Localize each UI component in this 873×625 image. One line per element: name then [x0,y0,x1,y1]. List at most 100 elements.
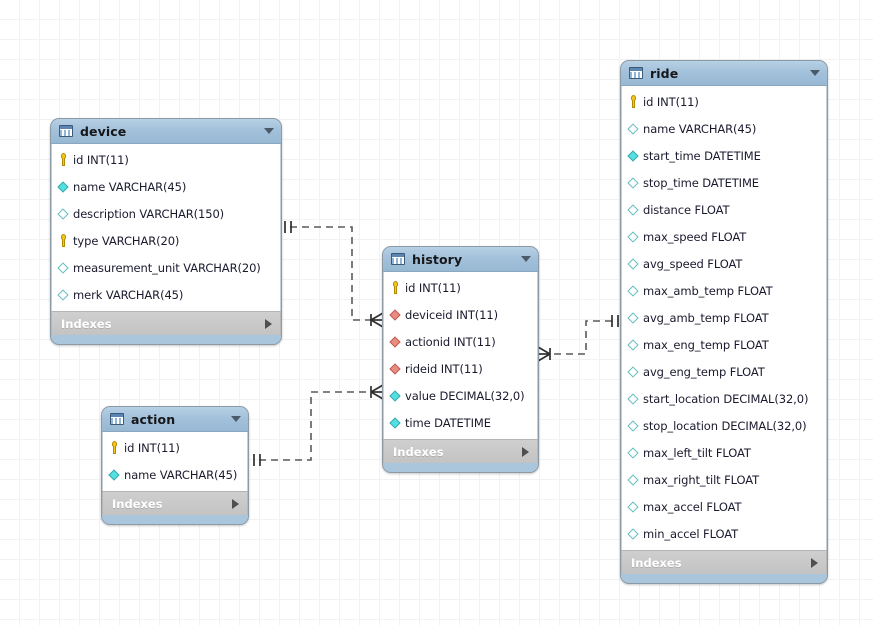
foreign-key-icon [389,308,402,321]
chevron-right-icon[interactable] [232,498,239,509]
chevron-right-icon[interactable] [265,318,272,329]
column-label: avg_eng_temp FLOAT [643,364,765,379]
table-header-ride[interactable]: ride [621,61,827,86]
table-name-label: action [131,411,176,427]
column-row[interactable]: start_location DECIMAL(32,0) [622,385,826,412]
chevron-down-icon[interactable] [521,256,531,262]
table-footer [102,515,248,524]
column-row[interactable]: value DECIMAL(32,0) [384,382,537,409]
table-header-history[interactable]: history [383,247,538,272]
column-label: avg_amb_temp FLOAT [643,310,769,325]
column-row[interactable]: max_accel FLOAT [622,493,826,520]
column-label: distance FLOAT [643,202,730,217]
column-list-ride: id INT(11) name VARCHAR(45) start_time DAT… [621,86,827,550]
column-row[interactable]: id INT(11) [622,88,826,115]
column-row[interactable]: avg_eng_temp FLOAT [622,358,826,385]
table-name-label: ride [650,65,679,81]
column-row[interactable]: name VARCHAR(45) [52,173,280,200]
column-row[interactable]: max_left_tilt FLOAT [622,439,826,466]
table-header-action[interactable]: action [102,407,248,432]
table-history[interactable]: history id INT(11) deviceid INT(11) actioni… [382,246,539,473]
chevron-down-icon[interactable] [231,416,241,422]
column-row[interactable]: avg_amb_temp FLOAT [622,304,826,331]
column-label: id INT(11) [643,94,699,109]
table-action[interactable]: action id INT(11) name VARCHAR(45) Indexes [101,406,249,525]
connector-ride-history [549,320,612,355]
column-row[interactable]: distance FLOAT [622,196,826,223]
chevron-down-icon[interactable] [810,70,820,76]
indexes-label: Indexes [61,316,112,331]
column-row[interactable]: name VARCHAR(45) [103,461,247,488]
nullable-column-icon [627,203,640,216]
column-row[interactable]: min_accel FLOAT [622,520,826,547]
not-null-column-icon [389,389,402,402]
column-row[interactable]: start_time DATETIME [622,142,826,169]
column-row[interactable]: deviceid INT(11) [384,301,537,328]
column-row[interactable]: id INT(11) [52,146,280,173]
primary-key-icon [627,95,640,108]
table-footer [383,463,538,472]
chevron-right-icon[interactable] [522,446,529,457]
nullable-column-icon [57,288,70,301]
table-name-label: device [80,123,127,139]
primary-key-icon [57,153,70,166]
indexes-section-ride[interactable]: Indexes [621,550,827,574]
table-header-device[interactable]: device [51,119,281,144]
not-null-column-icon [108,468,121,481]
nullable-column-icon [627,284,640,297]
table-icon [629,67,643,79]
column-row[interactable]: measurement_unit VARCHAR(20) [52,254,280,281]
column-list-action: id INT(11) name VARCHAR(45) [102,432,248,491]
column-row[interactable]: time DATETIME [384,409,537,436]
column-row[interactable]: actionid INT(11) [384,328,537,355]
not-null-column-icon [627,149,640,162]
column-label: merk VARCHAR(45) [73,287,184,302]
column-label: max_right_tilt FLOAT [643,472,760,487]
foreign-key-icon [389,335,402,348]
table-icon [110,413,124,425]
column-label: start_time DATETIME [643,148,761,163]
column-label: stop_location DECIMAL(32,0) [643,418,807,433]
column-row[interactable]: avg_speed FLOAT [622,250,826,277]
column-row[interactable]: description VARCHAR(150) [52,200,280,227]
indexes-section-device[interactable]: Indexes [51,311,281,335]
table-icon [391,253,405,265]
column-row[interactable]: rideid INT(11) [384,355,537,382]
nullable-column-icon [627,527,640,540]
indexes-section-history[interactable]: Indexes [383,439,538,463]
table-icon [59,125,73,137]
not-null-column-icon [389,416,402,429]
column-row[interactable]: stop_time DATETIME [622,169,826,196]
table-ride[interactable]: ride id INT(11) name VARCHAR(45) start_time… [620,60,828,584]
nullable-column-icon [627,122,640,135]
nullable-column-icon [57,207,70,220]
chevron-right-icon[interactable] [811,557,818,568]
primary-key-icon [108,441,121,454]
column-label: value DECIMAL(32,0) [405,388,525,403]
column-row[interactable]: max_right_tilt FLOAT [622,466,826,493]
connector-device-history [290,226,372,321]
column-label: description VARCHAR(150) [73,206,225,221]
column-label: rideid INT(11) [405,361,483,376]
table-footer [51,335,281,344]
column-label: max_eng_temp FLOAT [643,337,769,352]
column-row[interactable]: max_amb_temp FLOAT [622,277,826,304]
column-label: actionid INT(11) [405,334,496,349]
column-row[interactable]: stop_location DECIMAL(32,0) [622,412,826,439]
column-label: min_accel FLOAT [643,526,739,541]
indexes-section-action[interactable]: Indexes [102,491,248,515]
column-row[interactable]: merk VARCHAR(45) [52,281,280,308]
nullable-column-icon [627,338,640,351]
column-label: max_left_tilt FLOAT [643,445,751,460]
column-row[interactable]: max_eng_temp FLOAT [622,331,826,358]
column-row[interactable]: max_speed FLOAT [622,223,826,250]
column-row[interactable]: type VARCHAR(20) [52,227,280,254]
table-name-label: history [412,251,463,267]
column-label: name VARCHAR(45) [643,121,757,136]
chevron-down-icon[interactable] [264,128,274,134]
column-row[interactable]: id INT(11) [103,434,247,461]
table-device[interactable]: device id INT(11) name VARCHAR(45) descript… [50,118,282,345]
column-row[interactable]: name VARCHAR(45) [622,115,826,142]
column-row[interactable]: id INT(11) [384,274,537,301]
eer-diagram-canvas[interactable]: device id INT(11) name VARCHAR(45) descript… [0,0,873,625]
